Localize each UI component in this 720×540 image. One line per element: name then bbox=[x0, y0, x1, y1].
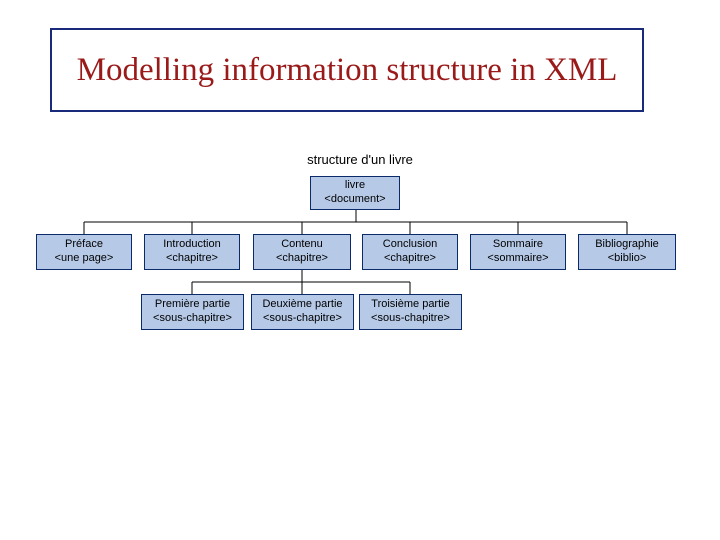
node-label: Conclusion bbox=[383, 238, 437, 250]
page-title: Modelling information structure in XML bbox=[50, 28, 644, 112]
node-label: Deuxième partie bbox=[262, 298, 342, 310]
title-text: Modelling information structure in XML bbox=[77, 52, 618, 88]
node-label: Contenu bbox=[281, 238, 323, 250]
node-tag: <biblio> bbox=[608, 252, 647, 264]
node-conclusion: Conclusion <chapitre> bbox=[362, 234, 458, 270]
diagram-caption: structure d'un livre bbox=[0, 152, 720, 167]
node-tag: <chapitre> bbox=[166, 252, 218, 264]
node-deuxieme-partie: Deuxième partie <sous-chapitre> bbox=[251, 294, 354, 330]
node-label: Introduction bbox=[163, 238, 220, 250]
node-introduction: Introduction <chapitre> bbox=[144, 234, 240, 270]
node-preface: Préface <une page> bbox=[36, 234, 132, 270]
node-root: livre <document> bbox=[310, 176, 400, 210]
node-label: Bibliographie bbox=[595, 238, 659, 250]
node-label: livre bbox=[345, 179, 365, 191]
node-tag: <sommaire> bbox=[487, 252, 548, 264]
node-tag: <sous-chapitre> bbox=[371, 312, 450, 324]
node-tag: <chapitre> bbox=[384, 252, 436, 264]
node-label: Troisième partie bbox=[371, 298, 449, 310]
node-premiere-partie: Première partie <sous-chapitre> bbox=[141, 294, 244, 330]
node-label: Première partie bbox=[155, 298, 230, 310]
node-troisieme-partie: Troisième partie <sous-chapitre> bbox=[359, 294, 462, 330]
node-label: Préface bbox=[65, 238, 103, 250]
node-tag: <sous-chapitre> bbox=[153, 312, 232, 324]
node-tag: <sous-chapitre> bbox=[263, 312, 342, 324]
node-contenu: Contenu <chapitre> bbox=[253, 234, 351, 270]
node-tag: <chapitre> bbox=[276, 252, 328, 264]
node-label: Sommaire bbox=[493, 238, 543, 250]
node-tag: <une page> bbox=[55, 252, 114, 264]
node-tag: <document> bbox=[324, 193, 385, 205]
node-sommaire: Sommaire <sommaire> bbox=[470, 234, 566, 270]
node-bibliographie: Bibliographie <biblio> bbox=[578, 234, 676, 270]
